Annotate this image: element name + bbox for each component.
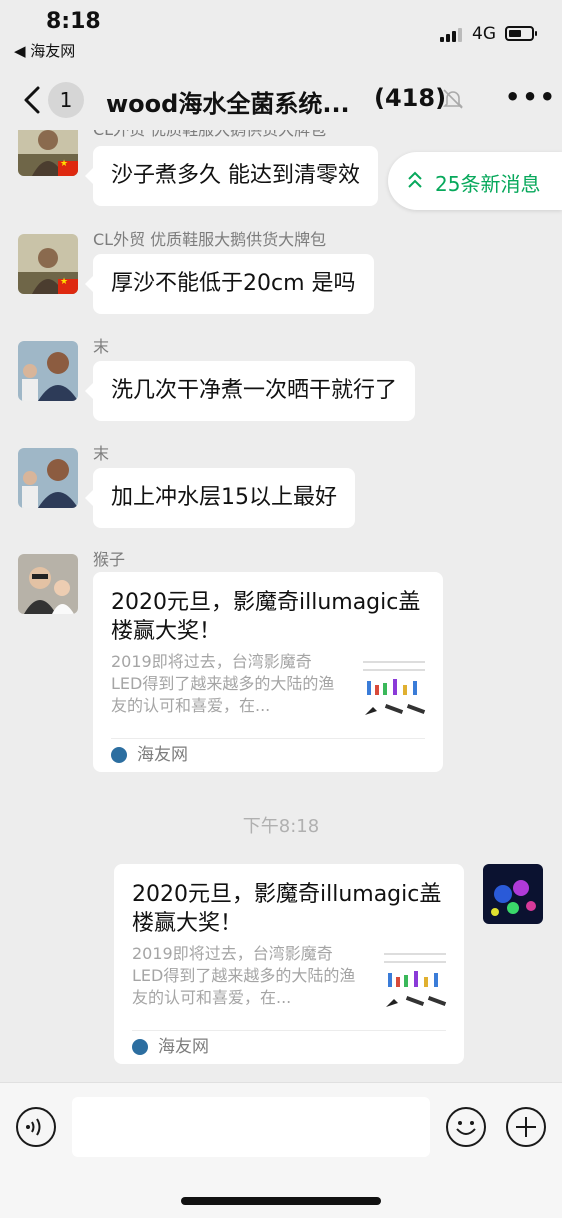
signal-icon [440,26,462,42]
chat-header: 1 wood海水全菌系统... (418) ••• [0,70,562,130]
new-messages-label: 25条新消息 [435,172,541,196]
double-chevron-up-icon [408,171,422,188]
voice-input-button[interactable] [16,1107,56,1147]
new-messages-pill[interactable]: 25条新消息 [388,152,562,210]
message-list[interactable]: CL外贸 优质鞋服大鹅供货大牌包 沙子煮多久 能达到清零效 25条新消息 CL外… [0,130,562,1082]
source-logo-icon [132,1039,148,1055]
card-title: 2020元旦，影魔奇illumagic盖楼赢大奖！ [132,882,442,936]
network-type: 4G [472,24,496,44]
link-card[interactable]: 2020元旦，影魔奇illumagic盖楼赢大奖！ 2019即将过去，台湾影魔奇… [114,864,464,1064]
status-bar: 8:18 ◀ 海友网 4G [0,0,562,70]
avatar[interactable] [18,341,78,401]
source-logo-icon [111,747,127,763]
card-source: 海友网 [158,1037,209,1057]
sender-name: 猴子 [93,550,126,569]
status-time: 8:18 [46,9,101,34]
more-functions-button[interactable] [506,1107,546,1147]
message-input[interactable] [72,1097,430,1157]
voice-icon [26,1118,41,1136]
avatar[interactable] [483,864,543,924]
sender-name: 末 [93,337,110,356]
battery-icon [505,26,537,41]
emoji-icon [456,1121,476,1135]
card-thumbnail [380,947,450,1015]
message-bubble[interactable]: 厚沙不能低于20cm 是吗 [85,254,374,314]
card-title: 2020元旦，影魔奇illumagic盖楼赢大奖！ [111,590,421,644]
avatar[interactable] [18,554,78,614]
card-thumbnail [359,655,429,723]
member-count: (418) [374,84,447,112]
card-source: 海友网 [137,745,188,765]
back-chevron-icon[interactable] [18,80,48,120]
more-options-button[interactable]: ••• [505,83,557,111]
avatar[interactable] [18,448,78,508]
message-timestamp: 下午8:18 [242,816,320,837]
sender-name: CL外贸 优质鞋服大鹅供货大牌包 [93,130,326,140]
home-indicator[interactable] [181,1197,381,1205]
chat-title: wood海水全菌系统... [106,90,350,118]
sender-name: 末 [93,444,110,463]
sender-name: CL外贸 优质鞋服大鹅供货大牌包 [93,230,327,249]
card-description: 2019即将过去，台湾影魔奇LED得到了越来越多的大陆的渔友的认可和喜爱，在..… [111,652,335,715]
message-bubble[interactable]: 沙子煮多久 能达到清零效 [85,146,378,206]
avatar[interactable] [18,234,78,294]
message-bubble[interactable]: 洗几次干净煮一次晒干就行了 [84,361,416,421]
back-to-app-link[interactable]: ◀ 海友网 [14,40,75,61]
emoji-button[interactable] [446,1107,486,1147]
input-bar [0,1082,562,1218]
plus-icon [516,1117,536,1137]
card-description: 2019即将过去，台湾影魔奇LED得到了越来越多的大陆的渔友的认可和喜爱，在..… [132,944,356,1007]
message-bubble[interactable]: 加上冲水层15以上最好 [85,468,355,528]
link-card[interactable]: 2020元旦，影魔奇illumagic盖楼赢大奖！ 2019即将过去，台湾影魔奇… [93,572,443,772]
unread-count-badge[interactable]: 1 [48,82,84,118]
avatar[interactable] [18,130,78,176]
mute-bell-icon [443,89,463,109]
